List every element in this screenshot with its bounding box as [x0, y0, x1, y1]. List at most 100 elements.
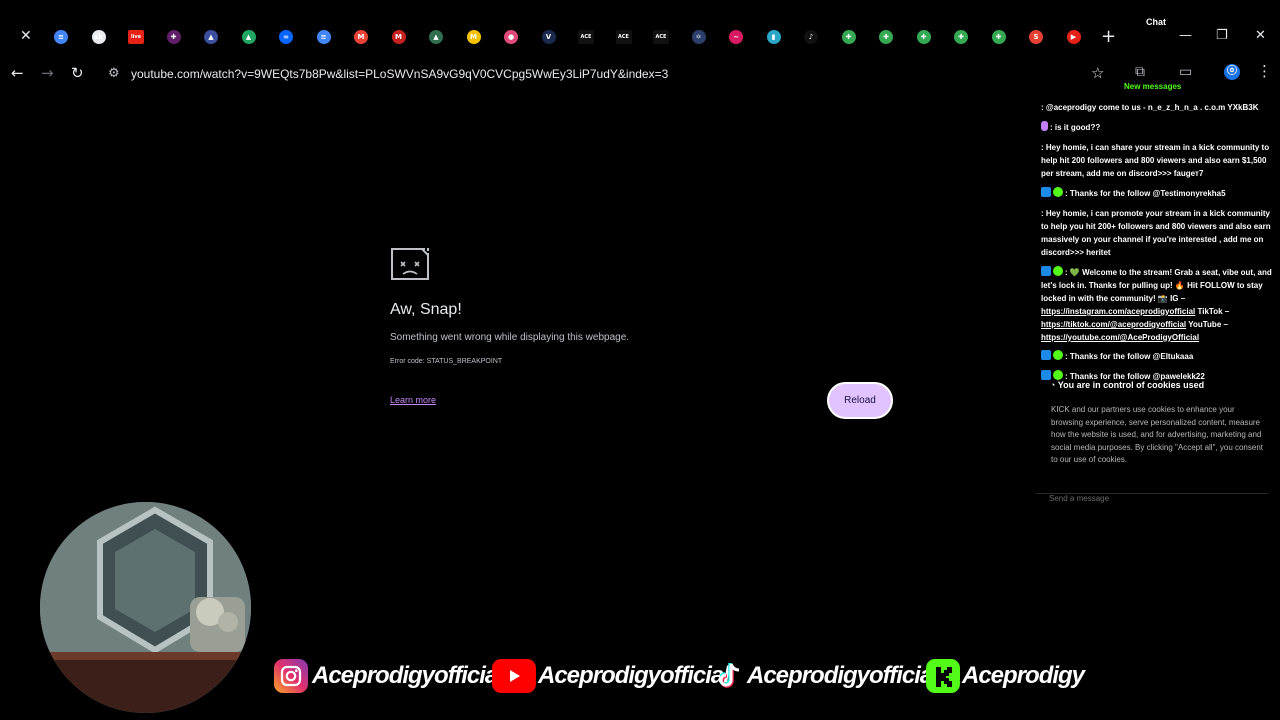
- youtube-link[interactable]: https://youtube.com/@AceProdigyOfficial: [1041, 333, 1199, 342]
- browser-tab[interactable]: ●: [500, 27, 522, 47]
- instagram-icon: [274, 659, 308, 693]
- chat-title: Chat: [1146, 17, 1166, 27]
- browser-tab[interactable]: ✚: [988, 27, 1010, 47]
- forward-icon[interactable]: →: [41, 64, 54, 82]
- tiktok-link[interactable]: https://tiktok.com/@aceprodigyofficial: [1041, 320, 1186, 329]
- tab-search-icon[interactable]: ▭: [1179, 64, 1192, 80]
- browser-tab[interactable]: ∞: [275, 27, 297, 47]
- browser-tab[interactable]: M: [350, 27, 372, 47]
- instagram-handle: Aceprodigyofficial: [312, 662, 504, 689]
- menu-icon[interactable]: ⋮: [1257, 62, 1272, 80]
- new-messages-indicator[interactable]: New messages: [1124, 82, 1181, 91]
- chat-message: : 💚 Welcome to the stream! Grab a seat, …: [1041, 266, 1274, 344]
- meta-icon: ∞: [279, 30, 293, 44]
- close-tab-icon[interactable]: ✕: [20, 28, 32, 44]
- ace-icon: ACE: [615, 30, 632, 44]
- browser-tab[interactable]: ACE: [575, 27, 597, 47]
- error-message: Something went wrong while displaying th…: [390, 332, 630, 343]
- webcam-overlay: [40, 502, 251, 713]
- sk-icon: sk: [91, 30, 106, 44]
- address-bar[interactable]: ⚙ youtube.com/watch?v=9WEQts7b8Pw&list=P…: [100, 60, 1118, 88]
- profile-avatar[interactable]: ⓞ: [1224, 64, 1240, 80]
- browser-tab[interactable]: ▲: [238, 27, 260, 47]
- cookie-banner-text: KICK and our partners use cookies to enh…: [1051, 405, 1264, 464]
- tiktok-icon: [715, 659, 749, 693]
- instagram-link[interactable]: https://instagram.com/aceprodigyofficial: [1041, 307, 1195, 316]
- wave-icon: ~: [729, 30, 743, 44]
- cookie-banner-title: ◔ You are in control of cookies used: [1050, 380, 1204, 390]
- reload-button[interactable]: Reload: [827, 382, 893, 419]
- s-icon: S: [1029, 30, 1043, 44]
- ace-icon: ACE: [653, 30, 669, 44]
- new-tab-icon[interactable]: +: [1101, 26, 1116, 47]
- kick-icon: [926, 659, 960, 693]
- verified-badge-icon: [1053, 370, 1063, 380]
- browser-tab[interactable]: ACE: [613, 27, 635, 47]
- atom-icon: ⚛: [691, 30, 706, 44]
- minimize-icon[interactable]: —: [1179, 28, 1192, 43]
- error-title: Aw, Snap!: [390, 301, 462, 318]
- reload-icon[interactable]: ↻: [71, 64, 84, 82]
- learn-more-link[interactable]: Learn more: [390, 395, 436, 405]
- browser-tab[interactable]: V: [538, 27, 560, 47]
- chat-panel: New messages : @aceprodigy come to us - …: [1036, 82, 1280, 512]
- back-icon[interactable]: ←: [11, 64, 24, 82]
- url-text[interactable]: youtube.com/watch?v=9WEQts7b8Pw&list=PLo…: [131, 67, 668, 81]
- plus-icon: ✚: [879, 30, 893, 44]
- mic-badge-icon: [1041, 121, 1048, 131]
- browser-tab[interactable]: M: [388, 27, 410, 47]
- browser-tab[interactable]: S: [1025, 27, 1047, 47]
- chat-message-text: : Thanks for the follow @Eltukaaa: [1065, 352, 1194, 361]
- chat-message-text: : @aceprodigy come to us - n_e_z_h_n_a .…: [1041, 103, 1259, 112]
- close-window-icon[interactable]: ✕: [1255, 28, 1266, 43]
- browser-tab[interactable]: ▶: [1063, 27, 1085, 47]
- tab-strip: ✕ ≡ sk live ✚ ▲ ▲ ∞ ≡ M M ▲ M ● V ACE ACE ACE ⚛ ~ ▮ ♪ ✚ ✚ ✚ ✚ ✚ S ▶…: [0, 0, 1280, 56]
- browser-tab[interactable]: ✚: [875, 27, 897, 47]
- v-icon: V: [541, 30, 556, 44]
- browser-tab[interactable]: M: [463, 27, 485, 47]
- browser-tab[interactable]: ~: [725, 27, 747, 47]
- gmail-icon: M: [354, 30, 368, 44]
- plus-icon: ✚: [954, 30, 968, 44]
- plus-icon: ✚: [991, 30, 1006, 44]
- circle-icon: ●: [504, 30, 518, 44]
- kick-handle: Aceprodigy: [962, 662, 1085, 689]
- browser-tab[interactable]: ≡: [50, 27, 72, 47]
- sad-page-icon: [391, 248, 429, 280]
- extensions-icon[interactable]: ⧉: [1135, 64, 1145, 80]
- browser-tab[interactable]: ▲: [200, 27, 222, 47]
- browser-tab[interactable]: live: [125, 27, 147, 47]
- bookmark-star-icon[interactable]: ☆: [1091, 64, 1104, 82]
- youtube-label: YouTube –: [1188, 320, 1228, 329]
- chat-message-text: : Hey homie, i can promote your stream i…: [1041, 209, 1271, 257]
- bot-badge-icon: [1041, 266, 1051, 276]
- browser-tab[interactable]: ✚: [163, 27, 185, 47]
- webcam-scene: [40, 502, 251, 713]
- browser-tab[interactable]: ▮: [763, 27, 785, 47]
- browser-tab[interactable]: ▲: [425, 27, 447, 47]
- triangle-icon: ▲: [204, 30, 218, 44]
- chat-message: : Thanks for the follow @Testimonyrekha5: [1041, 187, 1274, 200]
- browser-tab[interactable]: ✚: [950, 27, 972, 47]
- browser-tab[interactable]: ♪: [800, 27, 822, 47]
- coin-icon: M: [466, 30, 481, 44]
- browser-tab[interactable]: ✚: [838, 27, 860, 47]
- bot-badge-icon: [1041, 350, 1051, 360]
- verified-badge-icon: [1053, 350, 1063, 360]
- restore-icon[interactable]: ❐: [1216, 28, 1228, 43]
- chat-message: : is it good??: [1041, 121, 1274, 134]
- tiktok-label: TikTok –: [1197, 307, 1230, 316]
- browser-tab[interactable]: ≡: [313, 27, 335, 47]
- verified-badge-icon: [1053, 187, 1063, 197]
- chat-message-input[interactable]: Send a message: [1049, 494, 1109, 503]
- browser-tab[interactable]: ⚛: [688, 27, 710, 47]
- gmail-icon: M: [391, 30, 406, 44]
- site-info-icon[interactable]: ⚙: [108, 66, 120, 81]
- chat-message: : @aceprodigy come to us - n_e_z_h_n_a .…: [1041, 101, 1274, 114]
- browser-tab[interactable]: sk: [88, 27, 110, 47]
- chat-message-text: : is it good??: [1050, 123, 1101, 132]
- browser-tab[interactable]: ✚: [913, 27, 935, 47]
- chat-message-text: : Thanks for the follow @Testimonyrekha5: [1065, 189, 1226, 198]
- browser-tab[interactable]: ACE: [650, 27, 672, 47]
- ace-icon: ACE: [578, 30, 594, 44]
